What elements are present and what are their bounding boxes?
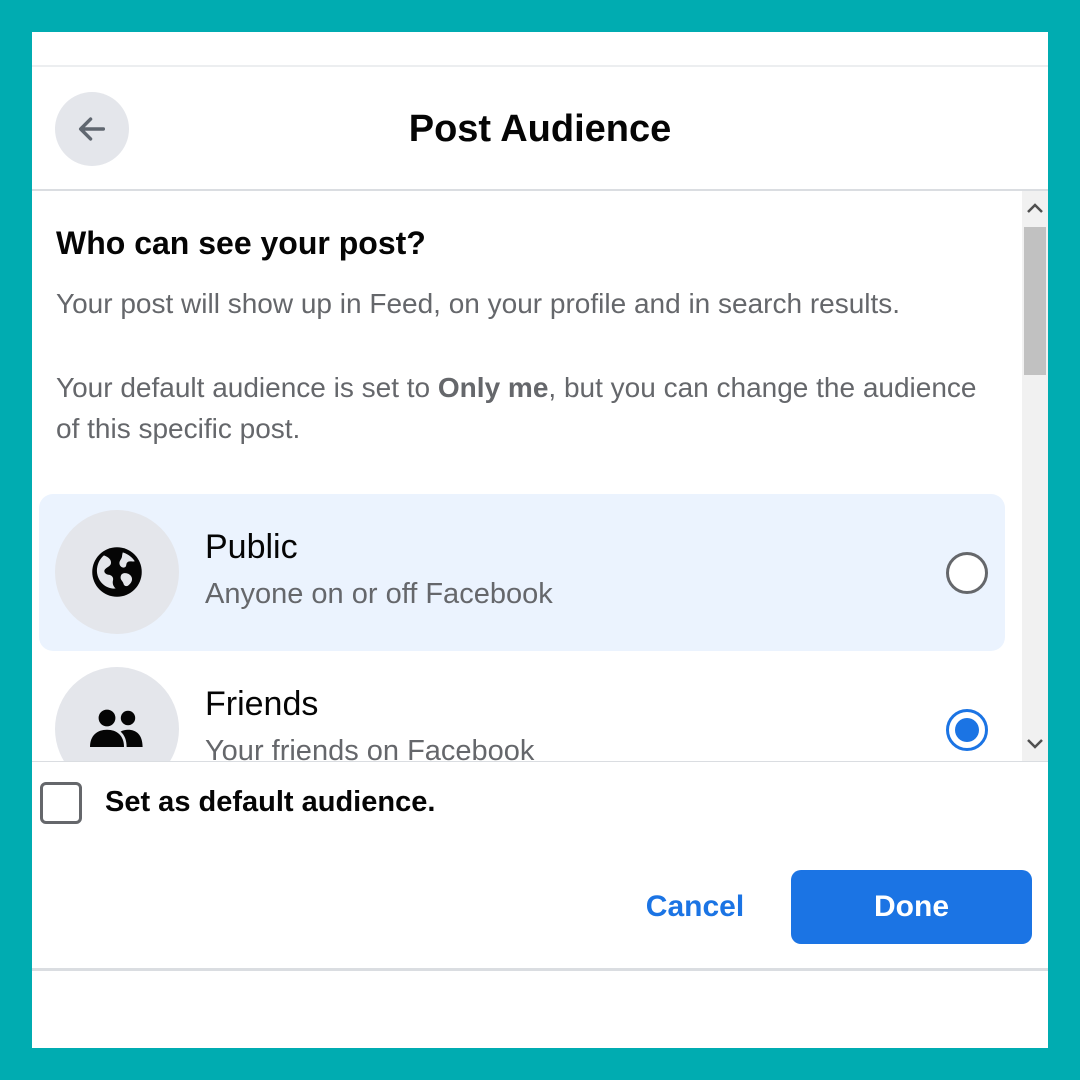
friends-radio[interactable] (946, 709, 988, 751)
scrollbar[interactable] (1022, 191, 1048, 761)
scroll-up-button[interactable] (1022, 191, 1048, 225)
back-button[interactable] (55, 92, 129, 166)
friends-icon (90, 709, 143, 747)
scrollbar-thumb[interactable] (1024, 227, 1046, 375)
default-audience-label: Set as default audience. (105, 786, 436, 818)
bottom-divider (32, 968, 1048, 971)
section-heading: Who can see your post? (56, 225, 426, 261)
audience-option-public[interactable]: Public Anyone on or off Facebook (39, 494, 1005, 651)
option-icon-circle (55, 510, 179, 634)
footer-divider (32, 761, 1048, 762)
default-audience-note: Your default audience is set to Only me,… (56, 367, 986, 449)
done-button[interactable]: Done (791, 870, 1032, 944)
visibility-description: Your post will show up in Feed, on your … (56, 288, 901, 319)
arrow-left-icon (78, 117, 106, 141)
chevron-up-icon (1027, 203, 1043, 213)
audience-option-friends[interactable]: Friends Your friends on Facebook (39, 651, 1005, 761)
default-audience-checkbox[interactable] (40, 782, 82, 824)
page-title: Post Audience (408, 108, 672, 150)
public-radio[interactable] (946, 552, 988, 594)
default-note-prefix: Your default audience is set to (56, 372, 438, 403)
cancel-button[interactable]: Cancel (626, 870, 764, 944)
option-subtitle: Anyone on or off Facebook (205, 578, 553, 610)
option-title: Friends (205, 685, 319, 723)
radio-selected-dot (955, 718, 979, 742)
dialog-header: Post Audience (32, 67, 1048, 187)
default-audience-value: Only me (437, 372, 549, 403)
option-title: Public (205, 528, 298, 566)
globe-icon (92, 547, 142, 597)
chevron-down-icon (1027, 739, 1043, 749)
post-audience-dialog: Post Audience Who can see your post? You… (32, 32, 1048, 1048)
option-icon-circle (55, 667, 179, 761)
scroll-down-button[interactable] (1022, 727, 1048, 761)
audience-scroll-area[interactable]: Who can see your post? Your post will sh… (32, 191, 1048, 761)
option-subtitle: Your friends on Facebook (205, 735, 535, 761)
